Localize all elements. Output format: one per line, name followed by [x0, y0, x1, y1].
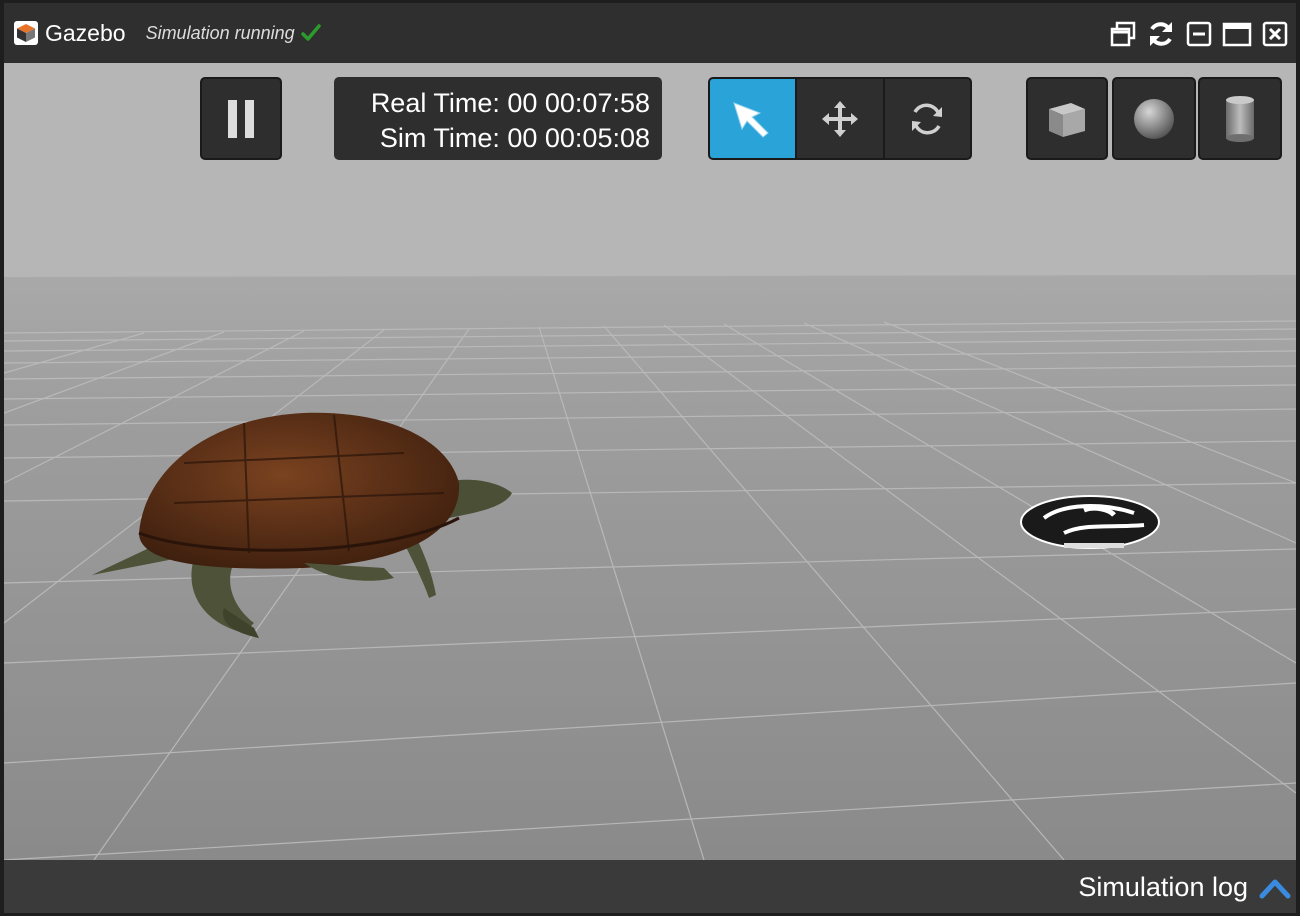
checkmark-icon	[300, 24, 321, 41]
rotate-icon	[912, 102, 943, 135]
title-bar: Gazebo Simulation running	[4, 3, 1296, 63]
sphere-icon	[1134, 98, 1174, 139]
insert-box-button[interactable]	[1026, 77, 1108, 160]
insert-sphere-button[interactable]	[1112, 77, 1196, 160]
app-title: Gazebo	[45, 19, 126, 46]
chevron-up-icon[interactable]	[1258, 874, 1292, 900]
restore-window-button[interactable]	[1108, 19, 1138, 49]
minimize-button[interactable]	[1184, 19, 1214, 49]
rotate-mode-button[interactable]	[885, 79, 970, 158]
gazebo-logo-icon	[14, 21, 38, 45]
simulation-log-bar[interactable]: Simulation log	[4, 860, 1296, 913]
close-button[interactable]	[1260, 19, 1290, 49]
3d-viewport[interactable]: Real Time: 00 00:07:58 Sim Time: 00 00:0…	[4, 63, 1296, 860]
time-display: Real Time: 00 00:07:58 Sim Time: 00 00:0…	[334, 77, 662, 160]
close-icon	[1262, 21, 1288, 47]
simulation-status: Simulation running	[145, 22, 295, 43]
manipulation-mode-group	[708, 77, 972, 160]
maximize-button[interactable]	[1222, 19, 1252, 49]
real-time-label: Real Time: 00 00:07:58	[370, 88, 650, 118]
select-mode-button[interactable]	[710, 79, 798, 158]
pause-icon	[228, 99, 254, 138]
translate-icon	[821, 100, 858, 137]
refresh-button[interactable]	[1146, 19, 1176, 49]
cylinder-icon	[1226, 95, 1254, 142]
robot-vacuum-model[interactable]	[1020, 495, 1160, 549]
restore-window-icon	[1110, 21, 1136, 47]
simulation-log-label: Simulation log	[1078, 872, 1248, 902]
box-icon	[1049, 102, 1085, 137]
refresh-icon	[1150, 22, 1172, 46]
maximize-icon	[1222, 22, 1252, 47]
gazebo-window: Gazebo Simulation running Real Time: 00 …	[4, 3, 1296, 913]
window-controls	[1108, 19, 1290, 49]
select-arrow-icon	[732, 101, 769, 138]
scene-render	[4, 63, 1296, 860]
minimize-icon	[1186, 21, 1212, 47]
translate-mode-button[interactable]	[797, 79, 885, 158]
pause-button[interactable]	[200, 77, 282, 160]
sim-time-label: Sim Time: 00 00:05:08	[379, 123, 650, 153]
insert-cylinder-button[interactable]	[1198, 77, 1282, 160]
